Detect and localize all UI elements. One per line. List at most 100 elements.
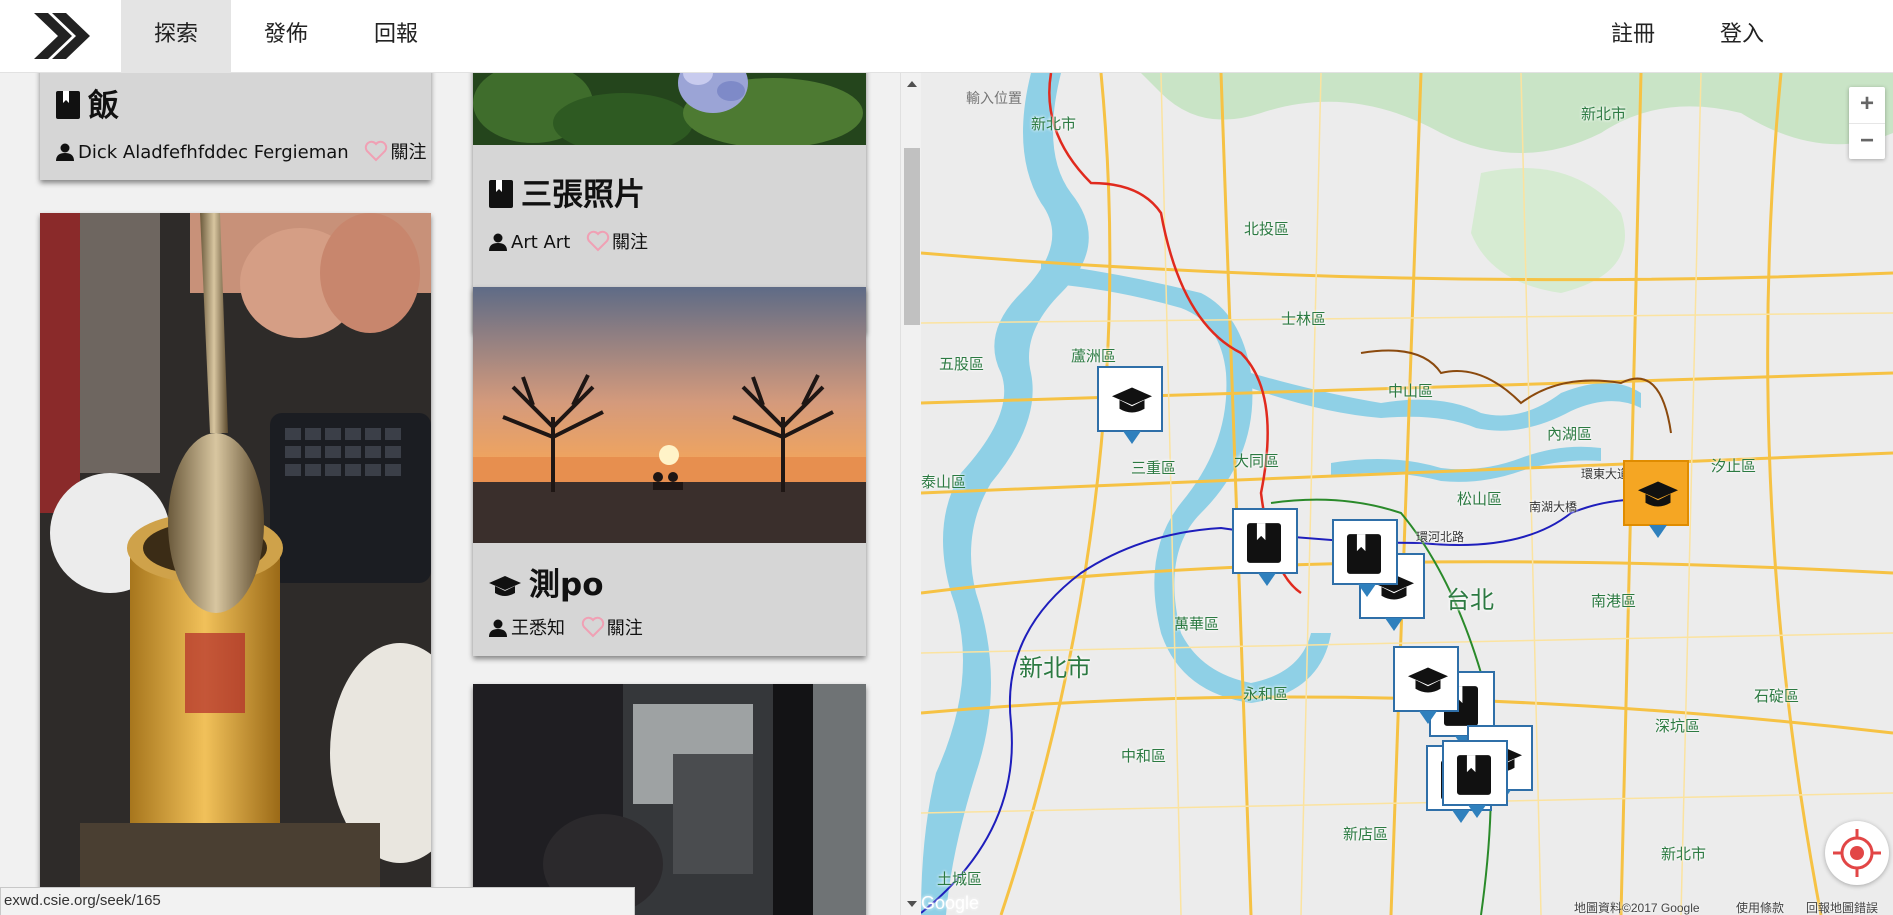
tab-publish[interactable]: 發佈 bbox=[231, 0, 341, 73]
follow-label: 關注 bbox=[606, 618, 643, 639]
status-bar-url: exwd.csie.org/seek/165 bbox=[0, 887, 635, 915]
user-icon bbox=[56, 143, 74, 166]
map-label: 五股區 bbox=[939, 355, 985, 373]
google-logo: Google bbox=[921, 893, 980, 913]
top-navbar: 探索 發佈 回報 註冊 登入 bbox=[0, 0, 1893, 73]
card-title: 飯 bbox=[56, 80, 119, 127]
follow-label: 關注 bbox=[390, 142, 427, 163]
heart-icon bbox=[581, 616, 604, 638]
book-icon bbox=[1247, 523, 1281, 563]
follow-label: 關注 bbox=[612, 232, 648, 253]
map-report-link[interactable]: 回報地圖錯誤 bbox=[1806, 899, 1878, 915]
card-author[interactable]: Art Art bbox=[511, 232, 570, 253]
map-label: 新北市 bbox=[1581, 105, 1627, 123]
map-marker[interactable] bbox=[1097, 366, 1163, 444]
crosshair-icon bbox=[1833, 829, 1881, 877]
locate-button[interactable] bbox=[1825, 821, 1889, 885]
user-icon bbox=[489, 233, 507, 256]
map-label: 新北市 bbox=[1661, 845, 1707, 863]
register-link[interactable]: 註冊 bbox=[1611, 0, 1655, 73]
map-marker-selected[interactable] bbox=[1623, 460, 1689, 538]
map-label: 新北市 bbox=[1031, 115, 1077, 133]
scroll-down-icon[interactable] bbox=[907, 901, 917, 907]
map-base bbox=[921, 73, 1893, 915]
zoom-control: + − bbox=[1849, 87, 1885, 159]
follow-button[interactable]: 關注 bbox=[581, 614, 643, 640]
spoon-photo bbox=[40, 213, 431, 915]
zoom-in-button[interactable]: + bbox=[1849, 87, 1885, 123]
post-card[interactable]: 飯 Dick Aladfefhfddec Fergieman 關注 bbox=[40, 73, 431, 180]
card-author[interactable]: Dick Aladfefhfddec Fergieman bbox=[78, 142, 349, 163]
map-marker[interactable] bbox=[1332, 519, 1398, 597]
card-author[interactable]: 王悉知 bbox=[511, 618, 565, 639]
scroll-up-icon[interactable] bbox=[907, 81, 917, 87]
photo-card[interactable] bbox=[40, 213, 431, 915]
heart-icon bbox=[586, 230, 610, 252]
follow-button[interactable]: 關注 bbox=[364, 138, 426, 164]
card-meta: 王悉知 關注 bbox=[489, 614, 643, 642]
map-label: 萬華區 bbox=[1174, 615, 1220, 633]
card-meta: Dick Aladfefhfddec Fergieman 關注 bbox=[56, 138, 426, 166]
map-label: 士林區 bbox=[1281, 310, 1327, 328]
map-road-label: 南湖大橋 bbox=[1529, 500, 1578, 514]
login-link[interactable]: 登入 bbox=[1720, 0, 1764, 73]
card-title-text: 測po bbox=[529, 567, 604, 603]
scroll-thumb[interactable] bbox=[904, 148, 920, 325]
tab-report[interactable]: 回報 bbox=[341, 0, 451, 73]
map-label: 石碇區 bbox=[1754, 687, 1800, 705]
map-label: 內湖區 bbox=[1547, 425, 1593, 443]
card-title: 測po bbox=[489, 559, 604, 606]
map-marker[interactable] bbox=[1393, 646, 1459, 724]
map-label: 台北 bbox=[1446, 586, 1494, 614]
map-label: 蘆洲區 bbox=[1071, 347, 1117, 365]
map-label: 南港區 bbox=[1591, 592, 1637, 610]
graduation-cap-icon bbox=[1112, 387, 1152, 413]
zoom-out-button[interactable]: − bbox=[1849, 123, 1885, 159]
tab-explore[interactable]: 探索 bbox=[121, 0, 231, 73]
graduation-cap-icon bbox=[489, 570, 521, 606]
card-title-text: 三張照片 bbox=[521, 177, 645, 213]
map-label: 汐止區 bbox=[1711, 457, 1757, 475]
dark-photo bbox=[473, 684, 866, 915]
card-meta: Art Art 關注 bbox=[489, 228, 648, 256]
card-title-text: 飯 bbox=[88, 88, 119, 124]
book-icon bbox=[489, 180, 513, 216]
map-terms-link[interactable]: 使用條款 bbox=[1736, 899, 1784, 915]
map-label: 大同區 bbox=[1234, 452, 1280, 470]
map-label: 深坑區 bbox=[1655, 717, 1701, 735]
map-label: 永和區 bbox=[1243, 685, 1289, 703]
map-data-credit: 地圖資料©2017 Google bbox=[1574, 901, 1700, 915]
heart-icon bbox=[365, 140, 388, 162]
photo-card[interactable] bbox=[473, 684, 866, 915]
map-label: 北投區 bbox=[1244, 220, 1290, 238]
map-label: 新店區 bbox=[1343, 825, 1389, 843]
map-label: 中山區 bbox=[1388, 382, 1434, 400]
map-label: 三重區 bbox=[1131, 459, 1177, 477]
map-marker[interactable] bbox=[1232, 508, 1298, 586]
book-icon bbox=[56, 91, 80, 127]
card-title: 三張照片 bbox=[489, 169, 645, 216]
map-footer: Google 地圖資料©2017 Google 使用條款 回報地圖錯誤 bbox=[921, 893, 1893, 915]
sunset-photo bbox=[473, 287, 866, 543]
map-search-input[interactable] bbox=[966, 89, 1176, 109]
map-road-label: 環河北路 bbox=[1416, 530, 1465, 544]
map-road-label: 環東大道 bbox=[1581, 467, 1630, 481]
map-label: 中和區 bbox=[1121, 747, 1167, 765]
follow-button[interactable]: 關注 bbox=[586, 228, 648, 254]
map-panel[interactable]: 新北市 新北市 北投區 士林區 蘆洲區 五股區 中山區 內湖區 汐止區 三重區 … bbox=[921, 73, 1893, 915]
map-label: 松山區 bbox=[1457, 490, 1503, 508]
map-marker[interactable] bbox=[1442, 740, 1508, 818]
post-card[interactable]: 測po 王悉知 關注 bbox=[473, 287, 866, 656]
graduation-cap-icon bbox=[1638, 481, 1678, 507]
map-label: 新北市 bbox=[1019, 654, 1091, 682]
user-icon bbox=[489, 619, 507, 642]
graduation-cap-icon bbox=[1408, 667, 1448, 693]
book-icon bbox=[1347, 534, 1381, 574]
feed-panel: 飯 Dick Aladfefhfddec Fergieman 關注 三張照片 A… bbox=[0, 73, 921, 915]
feed-scrollbar[interactable] bbox=[900, 73, 921, 915]
map-label: 土城區 bbox=[937, 870, 983, 888]
map-label: 泰山區 bbox=[921, 473, 967, 491]
logo-icon[interactable] bbox=[30, 5, 94, 67]
book-icon bbox=[1457, 755, 1491, 795]
flower-photo bbox=[473, 73, 866, 145]
